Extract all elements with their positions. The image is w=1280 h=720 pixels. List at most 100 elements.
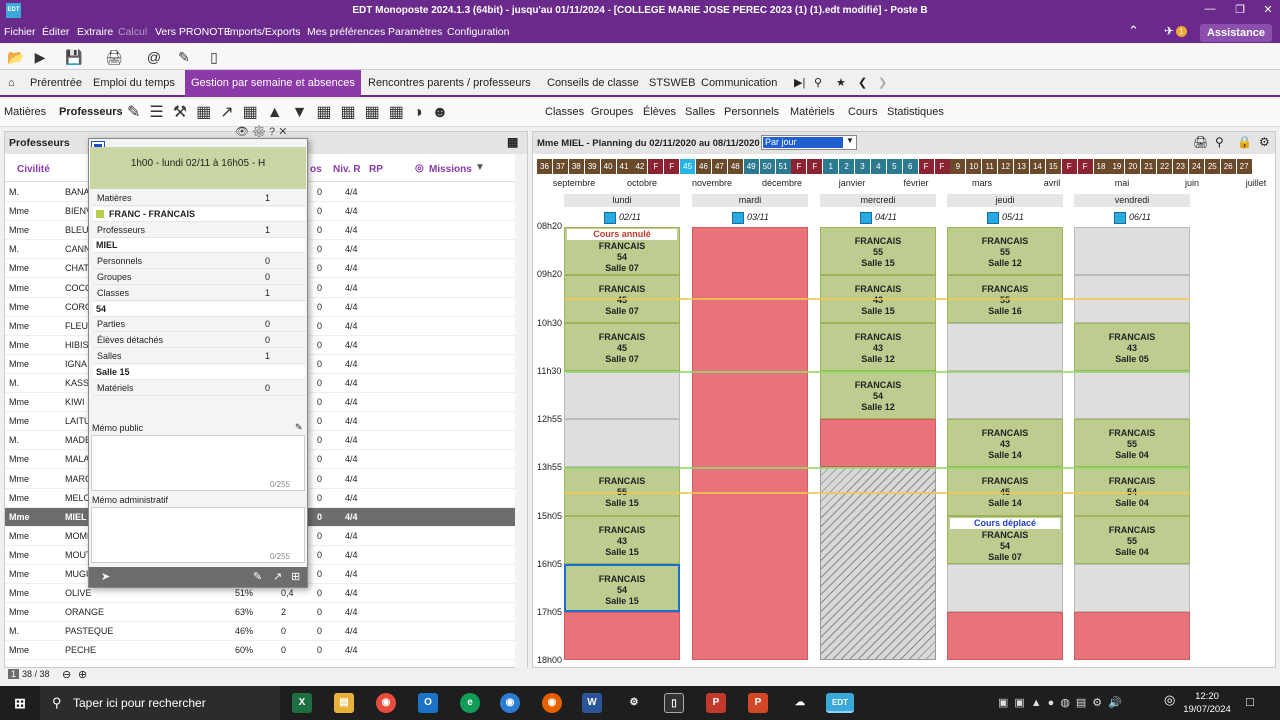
- subtab-statistiques[interactable]: Statistiques: [887, 106, 944, 118]
- open-folder-icon[interactable]: 📂: [6, 47, 26, 67]
- subtab-personnels[interactable]: Personnels: [724, 106, 779, 118]
- table-row[interactable]: Mme ORANGE 63% 2 0 4/4: [5, 603, 515, 623]
- excel-icon[interactable]: X: [292, 693, 312, 713]
- bell-icon[interactable]: ✈: [1164, 24, 1174, 38]
- menu-imports-exports[interactable]: Imports/Exports: [227, 26, 301, 38]
- col-civilite[interactable]: Civilité: [17, 164, 50, 175]
- close-icon[interactable]: ✕: [1258, 3, 1278, 16]
- planning-slot[interactable]: [564, 371, 680, 419]
- search-icon[interactable]: ⚲: [808, 70, 828, 97]
- tray-icons[interactable]: ▣▣▲●◍▤⚙🔊: [998, 696, 1128, 709]
- windows-icon[interactable]: ⊞: [10, 693, 30, 713]
- planning-slot[interactable]: [947, 323, 1063, 371]
- notifications-icon[interactable]: □: [1246, 694, 1254, 709]
- firefox-icon[interactable]: ◉: [542, 693, 562, 713]
- col-rp[interactable]: RP: [369, 164, 383, 175]
- planning-slot[interactable]: FRANCAIS 55 Salle 04: [1074, 419, 1190, 467]
- planning-slot[interactable]: [820, 467, 936, 660]
- planning-slot[interactable]: FRANCAIS 43 Salle 05: [1074, 323, 1190, 371]
- menu-calcul[interactable]: Calcul: [118, 26, 147, 38]
- star-icon[interactable]: ★: [830, 70, 852, 97]
- planning-slot[interactable]: [1074, 564, 1190, 612]
- subtab-salles[interactable]: Salles: [685, 106, 715, 118]
- scrollbar[interactable]: [515, 154, 527, 668]
- edit-doc-icon[interactable]: ✎: [174, 47, 194, 67]
- settings-icon[interactable]: ⚙: [624, 693, 644, 713]
- planning-slot[interactable]: [564, 419, 680, 467]
- subtab-matieres[interactable]: Matières: [4, 106, 46, 118]
- tab-conseils[interactable]: Conseils de classe: [541, 70, 645, 97]
- dropdown-icon[interactable]: ▼: [475, 162, 485, 173]
- tab-communication[interactable]: Communication: [695, 70, 783, 97]
- planning-slot[interactable]: FRANCAIS 45 Salle 07: [564, 323, 680, 371]
- planning-slot[interactable]: [820, 419, 936, 467]
- planning-slot[interactable]: FRANCAIS 54 Salle 12: [820, 371, 936, 419]
- planning-slot[interactable]: FRANCAIS 55 Salle 04: [1074, 516, 1190, 564]
- menu-configuration[interactable]: Configuration: [447, 26, 509, 38]
- network-icon[interactable]: ◎: [1164, 692, 1175, 708]
- col-missions[interactable]: Missions: [429, 164, 472, 175]
- col-niv-r[interactable]: Niv. R: [333, 164, 361, 175]
- subtab-professeurs[interactable]: Professeurs: [59, 106, 123, 118]
- print-icon[interactable]: 🖨: [104, 47, 124, 67]
- table-row[interactable]: M. PASTEQUE 46% 0 0 4/4: [5, 622, 515, 642]
- zoom-in-icon[interactable]: ⊕: [78, 668, 87, 681]
- planning-slot[interactable]: [1074, 612, 1190, 660]
- memo-public-field[interactable]: 0/255: [91, 435, 305, 491]
- tablet-icon[interactable]: ▯: [204, 47, 224, 67]
- edit-icon[interactable]: ✎: [253, 570, 262, 583]
- word-icon[interactable]: W: [582, 693, 602, 713]
- zoom-out-icon[interactable]: ⊖: [62, 668, 71, 681]
- subtab-cours[interactable]: Cours: [848, 106, 877, 118]
- edit-tools-icon[interactable]: ✎☰⚒▦↗▦▲▼▦▦▦▦◑☻: [127, 102, 457, 122]
- planning-slot[interactable]: [564, 612, 680, 660]
- minimize-icon[interactable]: —: [1200, 3, 1220, 15]
- powerpoint-icon[interactable]: P: [748, 693, 768, 713]
- planning-slot[interactable]: FRANCAIS 43 Salle 12: [820, 323, 936, 371]
- planning-slot[interactable]: FRANCAIS 54 Salle 15: [564, 564, 680, 612]
- play-icon[interactable]: ▶: [30, 47, 50, 67]
- memo-edit-icon[interactable]: ✎: [295, 422, 303, 433]
- menu-editer[interactable]: Éditer: [42, 26, 69, 38]
- planning-slot[interactable]: [1074, 227, 1190, 275]
- back-arrow-icon[interactable]: ❮: [852, 70, 873, 97]
- menu-extraire[interactable]: Extraire: [77, 26, 113, 38]
- menu-mes-preferences[interactable]: Mes préférences: [307, 26, 385, 38]
- subtab-classes[interactable]: Classes: [545, 106, 584, 118]
- taskbar-search[interactable]: ⚲ Taper ici pour rechercher: [40, 686, 280, 720]
- menu-fichier[interactable]: Fichier: [4, 26, 36, 38]
- cloud-icon[interactable]: ☁: [790, 693, 810, 713]
- save-icon[interactable]: 💾: [64, 47, 84, 67]
- folder-icon[interactable]: ▤: [334, 693, 354, 713]
- forward-arrow-icon[interactable]: ❯: [872, 70, 893, 97]
- tab-rencontres[interactable]: Rencontres parents / professeurs: [362, 70, 537, 97]
- planning-slot[interactable]: Cours annulé FRANCAIS 54 Salle 07: [564, 227, 680, 275]
- planning-slot[interactable]: [947, 564, 1063, 612]
- tab-prerentree[interactable]: Prérentrée: [24, 70, 88, 97]
- pdf-icon[interactable]: P: [706, 693, 726, 713]
- subtab-eleves[interactable]: Élèves: [643, 106, 676, 118]
- share-icon[interactable]: ➤: [101, 570, 110, 583]
- popup-tools-icon[interactable]: 👁 ⚙ ? ✕: [235, 125, 287, 138]
- memo-admin-field[interactable]: 0/255: [91, 507, 305, 563]
- edt-taskbar-icon[interactable]: EDT: [826, 693, 854, 713]
- tab-gestion-semaine[interactable]: Gestion par semaine et absences: [185, 70, 361, 97]
- tab-stsweb[interactable]: STSWEB: [643, 70, 701, 97]
- chrome-icon[interactable]: ◉: [376, 693, 396, 713]
- edge-icon[interactable]: e: [460, 693, 480, 713]
- planning-slot[interactable]: [1074, 371, 1190, 419]
- restore-icon[interactable]: ❐: [1230, 3, 1250, 16]
- outlook-icon[interactable]: O: [418, 693, 438, 713]
- clock-date[interactable]: 19/07/2024: [1182, 704, 1232, 715]
- chevron-up-icon[interactable]: ⌃: [1128, 23, 1139, 39]
- planning-slot[interactable]: [692, 227, 808, 660]
- planning-slot[interactable]: [947, 371, 1063, 419]
- planning-slot[interactable]: [947, 612, 1063, 660]
- add-icon[interactable]: ⊞: [291, 570, 300, 583]
- menu-parametres[interactable]: Paramètres: [388, 26, 442, 38]
- subtab-materiels[interactable]: Matériels: [790, 106, 835, 118]
- tab-emploi-du-temps[interactable]: Emploi du temps: [87, 70, 181, 97]
- table-row[interactable]: Mme PECHE 60% 0 0 4/4: [5, 641, 515, 661]
- planning-slot[interactable]: FRANCAIS 55 Salle 12: [947, 227, 1063, 275]
- planning-slot[interactable]: FRANCAIS 43 Salle 14: [947, 419, 1063, 467]
